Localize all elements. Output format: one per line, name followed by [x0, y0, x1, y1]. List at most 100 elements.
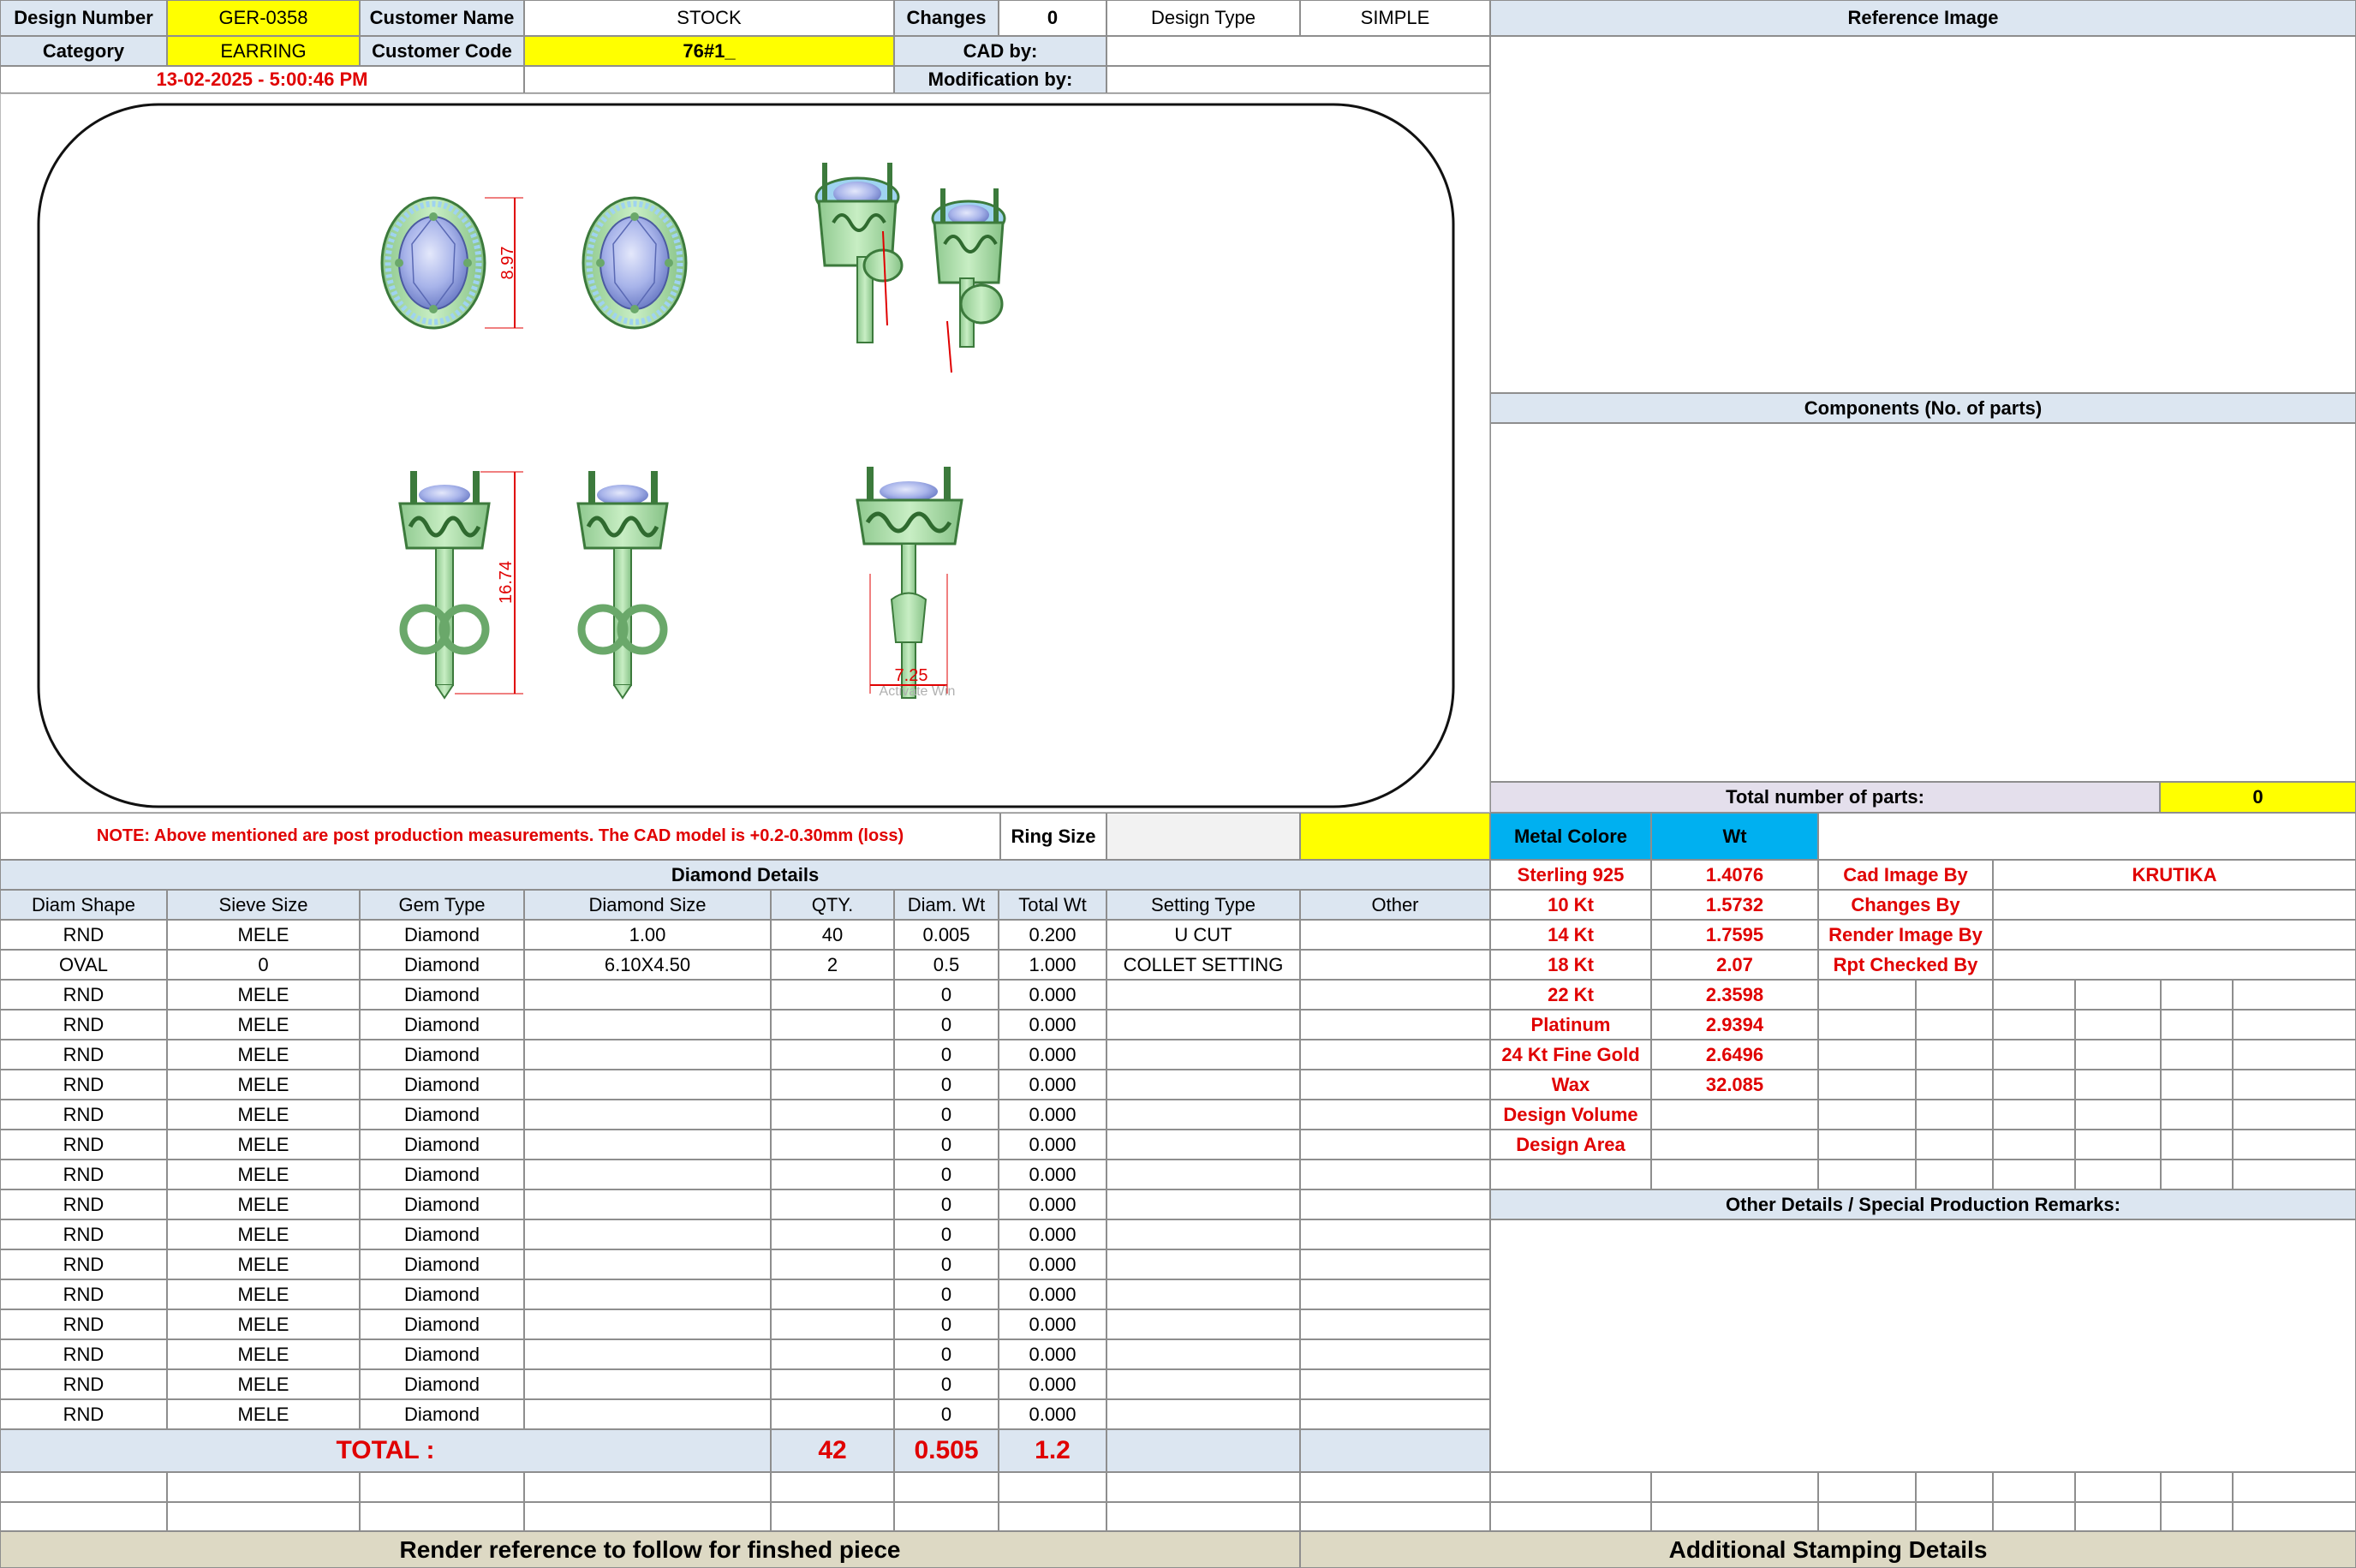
diamond-cell[interactable]: 0.000: [999, 1130, 1106, 1160]
diamond-cell[interactable]: [1106, 980, 1300, 1010]
diamond-cell[interactable]: [771, 1130, 894, 1160]
diamond-cell[interactable]: MELE: [167, 1100, 360, 1130]
diamond-cell[interactable]: [524, 1010, 771, 1040]
diamond-cell[interactable]: 0.000: [999, 1399, 1106, 1429]
ring-size-value[interactable]: [1106, 813, 1300, 860]
diamond-cell[interactable]: [1106, 1369, 1300, 1399]
diamond-cell[interactable]: Diamond: [360, 1189, 524, 1219]
diamond-cell[interactable]: [1300, 1399, 1490, 1429]
diamond-cell[interactable]: 0: [894, 1249, 999, 1279]
diamond-cell[interactable]: 0: [894, 1040, 999, 1070]
diamond-cell[interactable]: [1106, 1010, 1300, 1040]
diamond-cell[interactable]: [1300, 1010, 1490, 1040]
diamond-cell[interactable]: [1300, 1160, 1490, 1189]
diamond-cell[interactable]: [524, 980, 771, 1010]
diamond-cell[interactable]: [1106, 1070, 1300, 1100]
diamond-cell[interactable]: [1300, 1369, 1490, 1399]
diamond-cell[interactable]: 0: [894, 1309, 999, 1339]
diamond-cell[interactable]: RND: [0, 1070, 167, 1100]
diamond-cell[interactable]: Diamond: [360, 1219, 524, 1249]
diamond-cell[interactable]: [771, 1309, 894, 1339]
diamond-cell[interactable]: 0.200: [999, 920, 1106, 950]
customer-name-value[interactable]: STOCK: [524, 0, 894, 36]
diamond-cell[interactable]: 0: [894, 1399, 999, 1429]
cad-by-value[interactable]: [1106, 36, 1490, 66]
diamond-cell[interactable]: Diamond: [360, 950, 524, 980]
diamond-cell[interactable]: [771, 1279, 894, 1309]
metal-weight[interactable]: [1651, 1130, 1818, 1160]
customer-code-value[interactable]: 76#1_: [524, 36, 894, 66]
diamond-cell[interactable]: RND: [0, 1189, 167, 1219]
diamond-cell[interactable]: MELE: [167, 1369, 360, 1399]
diamond-cell[interactable]: 40: [771, 920, 894, 950]
total-parts-value[interactable]: 0: [2160, 782, 2356, 813]
diamond-cell[interactable]: [524, 1399, 771, 1429]
diamond-cell[interactable]: Diamond: [360, 920, 524, 950]
credit-value[interactable]: KRUTIKA: [1993, 860, 2356, 890]
diamond-cell[interactable]: [1300, 950, 1490, 980]
category-value[interactable]: EARRING: [167, 36, 360, 66]
diamond-cell[interactable]: RND: [0, 1279, 167, 1309]
diamond-cell[interactable]: [524, 1309, 771, 1339]
diamond-cell[interactable]: [1300, 1219, 1490, 1249]
diamond-cell[interactable]: RND: [0, 1100, 167, 1130]
diamond-cell[interactable]: [524, 1040, 771, 1070]
diamond-cell[interactable]: RND: [0, 1399, 167, 1429]
diamond-cell[interactable]: [771, 980, 894, 1010]
metal-weight[interactable]: 1.7595: [1651, 920, 1818, 950]
diamond-cell[interactable]: [1106, 1249, 1300, 1279]
diamond-cell[interactable]: OVAL: [0, 950, 167, 980]
diamond-cell[interactable]: Diamond: [360, 1160, 524, 1189]
diamond-cell[interactable]: 0: [894, 1189, 999, 1219]
diamond-cell[interactable]: Diamond: [360, 1279, 524, 1309]
diamond-cell[interactable]: MELE: [167, 1279, 360, 1309]
diamond-cell[interactable]: [1300, 1100, 1490, 1130]
diamond-cell[interactable]: MELE: [167, 1040, 360, 1070]
diamond-cell[interactable]: 1.000: [999, 950, 1106, 980]
metal-weight[interactable]: 2.07: [1651, 950, 1818, 980]
diamond-cell[interactable]: 0: [894, 1279, 999, 1309]
diamond-cell[interactable]: [1106, 1130, 1300, 1160]
diamond-cell[interactable]: [1300, 1189, 1490, 1219]
diamond-cell[interactable]: [1300, 920, 1490, 950]
credit-value[interactable]: [1993, 920, 2356, 950]
diamond-cell[interactable]: RND: [0, 1309, 167, 1339]
diamond-cell[interactable]: 0.005: [894, 920, 999, 950]
diamond-cell[interactable]: MELE: [167, 920, 360, 950]
diamond-cell[interactable]: Diamond: [360, 1249, 524, 1279]
diamond-cell[interactable]: 0: [894, 1130, 999, 1160]
diamond-cell[interactable]: [524, 1130, 771, 1160]
diamond-cell[interactable]: [1300, 1279, 1490, 1309]
diamond-cell[interactable]: 0.000: [999, 1160, 1106, 1189]
diamond-cell[interactable]: Diamond: [360, 1070, 524, 1100]
diamond-cell[interactable]: [524, 1369, 771, 1399]
diamond-cell[interactable]: [771, 1189, 894, 1219]
diamond-cell[interactable]: RND: [0, 1339, 167, 1369]
diamond-cell[interactable]: 0.000: [999, 1040, 1106, 1070]
diamond-cell[interactable]: [771, 1160, 894, 1189]
diamond-cell[interactable]: 0: [894, 1369, 999, 1399]
diamond-cell[interactable]: 2: [771, 950, 894, 980]
diamond-cell[interactable]: RND: [0, 1369, 167, 1399]
diamond-cell[interactable]: [1300, 1130, 1490, 1160]
diamond-cell[interactable]: RND: [0, 980, 167, 1010]
metal-weight[interactable]: 32.085: [1651, 1070, 1818, 1100]
metal-weight[interactable]: 1.4076: [1651, 860, 1818, 890]
diamond-cell[interactable]: [771, 1339, 894, 1369]
diamond-cell[interactable]: RND: [0, 1160, 167, 1189]
diamond-cell[interactable]: Diamond: [360, 1339, 524, 1369]
diamond-cell[interactable]: RND: [0, 920, 167, 950]
diamond-cell[interactable]: [1106, 1100, 1300, 1130]
diamond-cell[interactable]: [524, 1219, 771, 1249]
diamond-cell[interactable]: 0.000: [999, 1309, 1106, 1339]
diamond-cell[interactable]: 0.000: [999, 1279, 1106, 1309]
diamond-cell[interactable]: Diamond: [360, 1309, 524, 1339]
diamond-cell[interactable]: RND: [0, 1040, 167, 1070]
other-details-area[interactable]: [1490, 1219, 2356, 1472]
diamond-cell[interactable]: [771, 1249, 894, 1279]
metal-weight[interactable]: 2.9394: [1651, 1010, 1818, 1040]
diamond-cell[interactable]: RND: [0, 1249, 167, 1279]
diamond-cell[interactable]: [1106, 1279, 1300, 1309]
diamond-cell[interactable]: MELE: [167, 1189, 360, 1219]
diamond-cell[interactable]: [1106, 1189, 1300, 1219]
